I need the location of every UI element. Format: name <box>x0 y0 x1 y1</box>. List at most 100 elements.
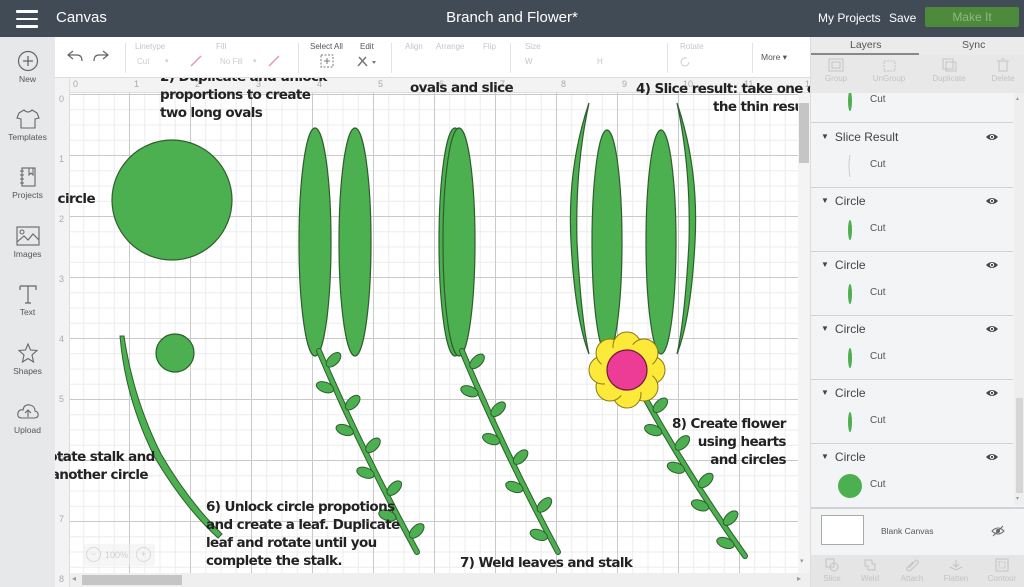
fill-select[interactable]: No Fill <box>220 57 243 66</box>
image-icon <box>15 226 40 246</box>
document-title[interactable]: Branch and Flower* <box>446 9 578 26</box>
sidebar-item-text[interactable]: Text <box>0 283 55 317</box>
slice-sliver-shape[interactable] <box>569 102 590 355</box>
layer-item[interactable]: ▼ Circle Cut <box>811 316 1013 380</box>
sidebar-item-projects[interactable]: Projects <box>0 166 55 200</box>
eye-icon[interactable] <box>985 260 999 270</box>
save-button[interactable]: Save <box>889 11 916 25</box>
linetype-select[interactable]: Cut <box>137 57 177 66</box>
eye-icon[interactable] <box>985 324 999 334</box>
layer-thumbnail-oval <box>848 220 852 240</box>
layer-tools: Group UnGroup Duplicate Delete <box>811 55 1024 93</box>
caret-down-icon[interactable]: ▼ <box>821 196 829 205</box>
sidebar-item-new[interactable]: New <box>0 50 55 84</box>
slice-button[interactable]: Slice <box>811 558 853 583</box>
layer-sub-item[interactable]: Cut <box>833 217 1003 243</box>
layer-name[interactable]: ▼ Slice Result <box>821 130 898 144</box>
duplicate-button[interactable]: Duplicate <box>924 58 974 83</box>
layer-name[interactable]: ▼ Circle <box>821 194 866 208</box>
layer-name[interactable]: ▼ Circle <box>821 258 866 272</box>
width-input[interactable] <box>535 55 575 67</box>
sidebar-item-upload[interactable]: Upload <box>0 401 55 435</box>
note-step-1: 1) Add circle <box>55 191 96 207</box>
hamburger-menu-icon[interactable] <box>16 10 38 28</box>
layers-scrollbar[interactable]: ▴ ▾ <box>1014 93 1024 505</box>
eye-icon[interactable] <box>985 452 999 462</box>
fill-label: Fill <box>216 42 227 51</box>
big-circle-shape[interactable] <box>111 139 233 261</box>
canvas-horizontal-scrollbar[interactable]: ◂ ▸ <box>70 573 810 587</box>
layer-item[interactable]: Cut <box>811 93 1013 123</box>
caret-down-icon[interactable]: ▼ <box>821 452 829 461</box>
slice-oval-shape[interactable] <box>645 129 677 355</box>
edit-tools-icon[interactable] <box>356 54 378 68</box>
eye-icon[interactable] <box>985 132 999 142</box>
layer-linetype: Cut <box>870 351 886 362</box>
welded-stalk-group[interactable] <box>459 348 561 555</box>
redo-icon[interactable] <box>93 49 109 63</box>
small-circle-shape[interactable] <box>155 333 195 373</box>
layer-item[interactable]: ▼ Circle Cut <box>811 380 1013 444</box>
sidebar-label: Projects <box>12 190 43 200</box>
eye-icon[interactable] <box>985 388 999 398</box>
sidebar-item-images[interactable]: Images <box>0 225 55 259</box>
eye-hidden-icon[interactable] <box>991 525 1005 537</box>
undo-icon[interactable] <box>67 49 83 63</box>
layer-item[interactable]: ▼ Circle Cut <box>811 444 1013 505</box>
long-oval-shape[interactable] <box>298 127 332 357</box>
sidebar-item-templates[interactable]: Templates <box>0 108 55 142</box>
layer-linetype: Cut <box>870 223 886 234</box>
attach-button[interactable]: Attach <box>891 558 933 583</box>
select-all-icon[interactable] <box>320 54 334 68</box>
layer-sub-item[interactable]: Cut <box>833 281 1003 307</box>
flower-shape[interactable] <box>588 331 666 409</box>
layer-item[interactable]: ▼ Circle Cut <box>811 188 1013 252</box>
rotate-input[interactable] <box>695 55 735 67</box>
layer-name[interactable]: ▼ Circle <box>821 322 866 336</box>
blank-canvas-swatch[interactable] <box>821 515 864 545</box>
fill-color-swatch[interactable] <box>267 54 281 68</box>
zoom-level: 100% <box>105 550 129 560</box>
layer-item[interactable]: ▼ Circle Cut <box>811 252 1013 316</box>
layer-thumbnail-oval <box>848 93 852 111</box>
more-button[interactable]: More ▾ <box>761 52 787 63</box>
tab-sync[interactable]: Sync <box>962 39 985 51</box>
panel-tabs: Layers Sync <box>811 37 1024 55</box>
slice-oval-shape[interactable] <box>591 129 623 355</box>
canvas-vertical-scrollbar[interactable]: ▾ <box>798 93 810 573</box>
layer-item[interactable]: ▼ Slice Result Cut <box>811 124 1013 188</box>
layer-sub-item[interactable]: Cut <box>833 473 1003 499</box>
group-button[interactable]: Group <box>811 58 861 83</box>
layer-sub-item[interactable]: Cut <box>833 409 1003 435</box>
zoom-out-icon[interactable]: − <box>86 547 101 562</box>
ungroup-button[interactable]: UnGroup <box>864 58 914 83</box>
layer-sub-item[interactable]: Cut <box>833 345 1003 371</box>
caret-down-icon[interactable]: ▼ <box>821 260 829 269</box>
zoom-in-icon[interactable]: + <box>136 547 151 562</box>
contour-button[interactable]: Contour <box>981 558 1023 583</box>
long-oval-shape[interactable] <box>338 127 372 357</box>
caret-down-icon[interactable]: ▼ <box>821 388 829 397</box>
linetype-color-swatch[interactable] <box>189 54 203 68</box>
delete-button[interactable]: Delete <box>978 58 1024 83</box>
caret-down-icon[interactable]: ▼ <box>821 132 829 141</box>
eye-icon[interactable] <box>985 196 999 206</box>
make-it-button[interactable]: Make It <box>925 7 1019 27</box>
weld-button[interactable]: Weld <box>849 558 891 583</box>
slice-sliver-shape[interactable] <box>676 102 697 355</box>
design-canvas[interactable]: 0123456789101112 012345678 1) Add circle… <box>55 78 810 587</box>
layer-name[interactable]: ▼ Circle <box>821 450 866 464</box>
tab-layers[interactable]: Layers <box>850 39 882 51</box>
blank-canvas-label: Blank Canvas <box>881 526 934 536</box>
my-projects-link[interactable]: My Projects <box>818 11 881 25</box>
layer-sub-item[interactable]: Cut <box>833 93 1003 114</box>
blank-canvas-row[interactable]: Blank Canvas <box>811 507 1024 555</box>
caret-down-icon[interactable]: ▼ <box>821 324 829 333</box>
layer-name[interactable]: ▼ Circle <box>821 386 866 400</box>
layer-sub-item[interactable]: Cut <box>833 153 1003 179</box>
sidebar-item-shapes[interactable]: Shapes <box>0 342 55 376</box>
shapes-icon <box>17 342 38 364</box>
height-input[interactable] <box>607 55 647 67</box>
flatten-button[interactable]: Flatten <box>935 558 977 583</box>
overlapped-oval-shape[interactable] <box>442 127 476 357</box>
